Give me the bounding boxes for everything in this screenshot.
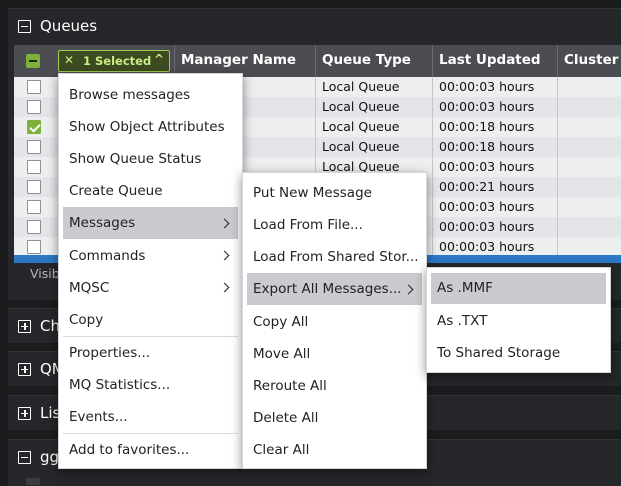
column-last-updated[interactable]: Last Updated (432, 45, 558, 77)
menu-item-copy[interactable]: Copy (63, 306, 238, 334)
cluster-cell (557, 197, 621, 217)
menu-item-copy-all[interactable]: Copy All (247, 308, 422, 336)
menu-item-messages[interactable]: Messages (63, 207, 238, 239)
chevron-right-icon (219, 250, 230, 261)
panel-title: Ch (40, 317, 60, 335)
queue-type-cell: Local Queue (315, 97, 433, 117)
menu-item-reroute-all[interactable]: Reroute All (247, 372, 422, 400)
menu-item-move-all[interactable]: Move All (247, 340, 422, 368)
last-updated-cell: 00:00:18 hours (432, 117, 558, 137)
menu-item-create-queue[interactable]: Create Queue (63, 177, 238, 205)
row-checkbox-checked[interactable] (27, 120, 41, 134)
menu-item-label: MQSC (69, 280, 110, 296)
row-checkbox[interactable] (27, 100, 41, 114)
menu-item-commands[interactable]: Commands (63, 242, 238, 270)
menu-separator (63, 433, 238, 434)
menu-item-show-object-attributes[interactable]: Show Object Attributes (63, 113, 238, 141)
menu-item-properties[interactable]: Properties... (63, 339, 238, 367)
cluster-cell (557, 177, 621, 197)
row-checkbox[interactable] (27, 160, 41, 174)
queues-panel-header[interactable]: Queues (18, 9, 97, 43)
queues-panel-title: Queues (40, 17, 98, 35)
last-updated-cell: 00:00:03 hours (432, 217, 558, 237)
export-submenu: As .MMF As .TXT To Shared Storage (426, 267, 611, 373)
menu-item-add-to-favorites[interactable]: Add to favorites... (63, 436, 238, 464)
menu-item-mq-statistics[interactable]: MQ Statistics... (63, 371, 238, 399)
row-checkbox[interactable] (27, 80, 41, 94)
expand-icon[interactable] (18, 319, 31, 333)
menu-item-load-from-shared-storage[interactable]: Load From Shared Stor... (247, 243, 422, 271)
cluster-cell (557, 237, 621, 257)
column-queue-type[interactable]: Queue Type (315, 45, 433, 77)
cluster-cell (557, 217, 621, 237)
last-updated-cell: 00:00:18 hours (432, 137, 558, 157)
menu-item-as-mmf[interactable]: As .MMF (431, 273, 606, 304)
panel-header[interactable]: Lis (18, 396, 60, 430)
menu-item-label: Export All Messages... (253, 281, 402, 297)
row-checkbox[interactable] (27, 180, 41, 194)
last-updated-cell: 00:00:03 hours (432, 97, 558, 117)
selection-chip[interactable]: ✕ 1 Selected ^ (58, 50, 170, 72)
menu-item-browse-messages[interactable]: Browse messages (63, 81, 238, 109)
queue-type-cell: Local Queue (315, 77, 433, 97)
last-updated-cell: 00:00:03 hours (432, 197, 558, 217)
queue-type-cell: Local Queue (315, 137, 433, 157)
last-updated-cell: 00:00:03 hours (432, 237, 558, 257)
menu-item-events[interactable]: Events... (63, 403, 238, 431)
menu-item-load-from-file[interactable]: Load From File... (247, 211, 422, 239)
last-updated-cell: 00:00:03 hours (432, 157, 558, 177)
cluster-cell (557, 77, 621, 97)
menu-item-label: Messages (69, 215, 136, 231)
collapse-icon[interactable] (18, 19, 31, 33)
menu-item-put-new-message[interactable]: Put New Message (247, 179, 422, 207)
cluster-cell (557, 137, 621, 157)
chevron-right-icon (219, 282, 230, 293)
menu-item-mqsc[interactable]: MQSC (63, 274, 238, 302)
menu-item-clear-all[interactable]: Clear All (247, 436, 422, 464)
context-menu: Browse messages Show Object Attributes S… (58, 73, 243, 469)
panel-header[interactable]: gg (18, 440, 59, 474)
row-checkbox[interactable] (26, 478, 40, 485)
clear-selection-icon[interactable]: ✕ (64, 53, 74, 67)
menu-separator (63, 336, 238, 337)
row-checkbox[interactable] (27, 220, 41, 234)
collapse-icon[interactable] (18, 450, 31, 464)
chevron-right-icon (219, 218, 230, 229)
last-updated-cell: 00:00:03 hours (432, 77, 558, 97)
queue-type-cell: Local Queue (315, 117, 433, 137)
select-all-checkbox[interactable] (26, 54, 40, 68)
menu-item-to-shared-storage[interactable]: To Shared Storage (431, 339, 606, 367)
cluster-cell (557, 97, 621, 117)
column-cluster-name[interactable]: Cluster N (557, 45, 621, 77)
last-updated-cell: 00:00:21 hours (432, 177, 558, 197)
cluster-cell (557, 157, 621, 177)
row-checkbox[interactable] (27, 240, 41, 254)
panel-header[interactable]: Ch (18, 309, 60, 343)
menu-item-export-all-messages[interactable]: Export All Messages... (247, 273, 422, 305)
menu-item-delete-all[interactable]: Delete All (247, 404, 422, 432)
selection-count: 1 Selected (83, 54, 152, 68)
grid-footer-text: Visib (30, 266, 60, 281)
row-checkbox[interactable] (27, 140, 41, 154)
menu-item-as-txt[interactable]: As .TXT (431, 307, 606, 335)
panel-title: gg (40, 448, 60, 466)
menu-item-label: Commands (69, 248, 146, 264)
chevron-up-icon[interactable]: ^ (154, 52, 164, 66)
chevron-right-icon (403, 284, 414, 295)
cluster-cell (557, 117, 621, 137)
menu-item-show-queue-status[interactable]: Show Queue Status (63, 145, 238, 173)
messages-submenu: Put New Message Load From File... Load F… (242, 172, 427, 469)
row-checkbox[interactable] (27, 200, 41, 214)
expand-icon[interactable] (18, 406, 31, 420)
expand-icon[interactable] (18, 362, 31, 376)
